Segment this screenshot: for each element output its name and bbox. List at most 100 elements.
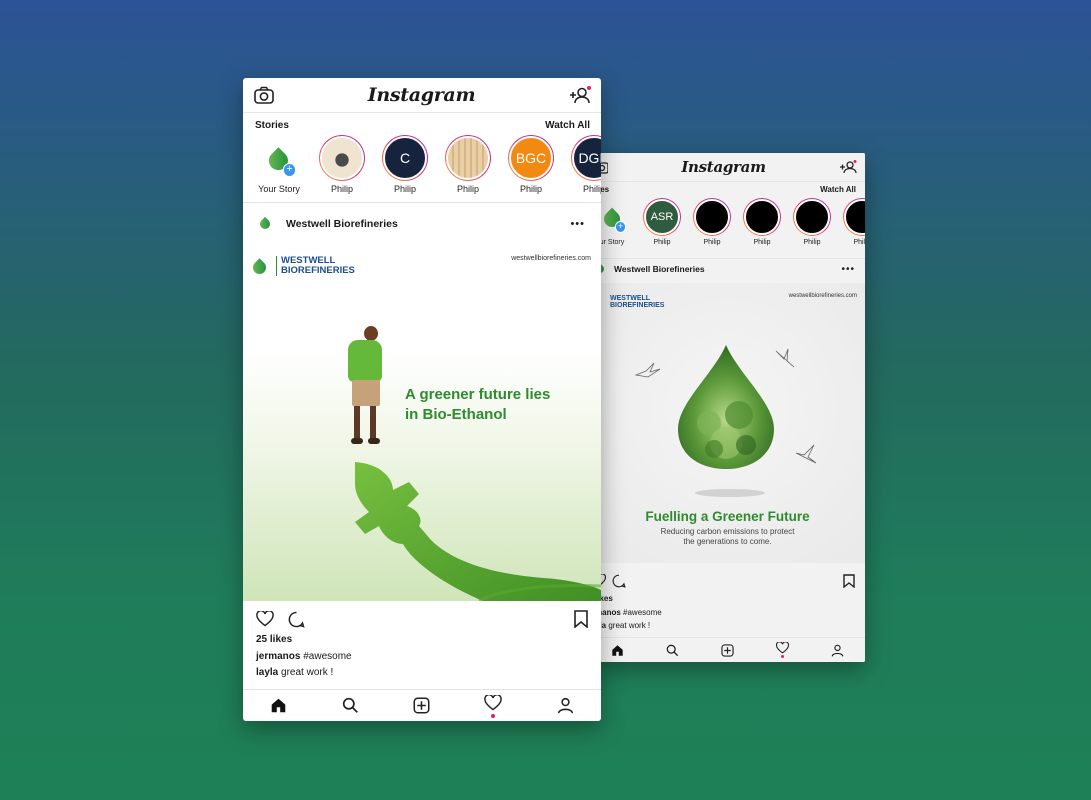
- story-avatar-image: [694, 199, 730, 235]
- profile-icon[interactable]: [557, 697, 574, 714]
- story-name: Philip: [330, 184, 353, 194]
- app-title: Instagram: [367, 84, 476, 106]
- add-user-icon[interactable]: [839, 160, 857, 174]
- story-avatar[interactable]: DGH: [571, 135, 601, 181]
- story-item[interactable]: BGC Philip: [505, 135, 557, 194]
- comment-row: jermanos #awesome: [256, 649, 352, 665]
- more-options-icon[interactable]: •••: [841, 264, 855, 275]
- person-shorts: [352, 380, 380, 406]
- person-leg: [354, 406, 360, 440]
- story-item[interactable]: DGH Philip: [568, 135, 601, 194]
- add-user-icon[interactable]: [569, 86, 591, 104]
- add-story-icon[interactable]: +: [614, 221, 627, 233]
- watch-all-link[interactable]: Watch All: [820, 185, 856, 194]
- story-item[interactable]: Philip: [442, 135, 494, 194]
- story-avatar-image: [446, 136, 490, 180]
- back-phone-mockup: Instagram ories Watch All + ur Story ASR Ph…: [590, 153, 865, 662]
- story-avatar[interactable]: ASR: [643, 198, 681, 236]
- stories-row: + Your Story Philip C Philip Philip BGC Philip D…: [253, 135, 601, 194]
- comment-username[interactable]: layla: [256, 667, 278, 678]
- top-bar: Instagram: [590, 153, 865, 182]
- post-headline: A greener future lies in Bio-Ethanol: [405, 385, 550, 425]
- story-item[interactable]: Philip: [740, 198, 784, 246]
- comment-icon[interactable]: [612, 574, 626, 588]
- comment-username[interactable]: jermanos: [256, 651, 300, 662]
- story-avatar[interactable]: [319, 135, 365, 181]
- profile-icon[interactable]: [831, 644, 844, 657]
- person-jacket: [348, 340, 382, 382]
- post-image[interactable]: WESTWELL BIOREFINERIES westwellbiorefine…: [590, 283, 865, 563]
- add-story-icon[interactable]: +: [282, 163, 297, 178]
- story-name: Your Story: [258, 184, 300, 194]
- search-icon[interactable]: [666, 644, 679, 657]
- story-item[interactable]: ASR Philip: [640, 198, 684, 246]
- comment-row: manos #awesome: [595, 606, 662, 619]
- headline-line-1: A greener future lies: [405, 386, 551, 403]
- activity-tab[interactable]: [775, 641, 790, 659]
- account-name[interactable]: Westwell Biorefineries: [286, 218, 570, 230]
- story-avatar-image: DGH: [572, 136, 601, 180]
- story-item[interactable]: Philip: [316, 135, 368, 194]
- bottom-nav: [243, 689, 601, 721]
- story-avatar-image: [794, 199, 830, 235]
- bird-icon: [775, 348, 795, 368]
- your-story-avatar[interactable]: +: [256, 135, 302, 181]
- brand-line-2: BIOREFINERIES: [610, 302, 665, 310]
- headline-line-2: in Bio-Ethanol: [405, 406, 507, 423]
- account-name[interactable]: Westwell Biorefineries: [614, 264, 841, 274]
- new-post-icon[interactable]: [721, 643, 734, 657]
- story-item[interactable]: Philip: [690, 198, 734, 246]
- story-avatar[interactable]: BGC: [508, 135, 554, 181]
- story-item[interactable]: Philip: [790, 198, 834, 246]
- story-avatar-image: BGC: [509, 136, 553, 180]
- subtext-line-1: Reducing carbon emissions to protect: [660, 527, 795, 536]
- search-icon[interactable]: [342, 697, 359, 714]
- story-item[interactable]: Philip: [840, 198, 865, 246]
- story-avatar[interactable]: [693, 198, 731, 236]
- story-avatar-image: ASR: [644, 199, 680, 235]
- droplet-shadow: [695, 489, 765, 497]
- brand-line-1: WESTWELL: [610, 295, 651, 302]
- website-text: westwellbiorefineries.com: [788, 293, 857, 299]
- likes-count: 25 likes: [256, 634, 293, 645]
- more-options-icon[interactable]: •••: [570, 218, 585, 230]
- post-header: Westwell Biorefineries •••: [590, 258, 865, 279]
- comment-text: great work !: [281, 667, 334, 678]
- camera-icon[interactable]: [254, 86, 274, 104]
- bookmark-icon[interactable]: [574, 610, 588, 628]
- story-item[interactable]: + Your Story: [253, 135, 305, 194]
- story-avatar[interactable]: [793, 198, 831, 236]
- activity-heart-icon[interactable]: [775, 641, 790, 654]
- story-avatar-image: [844, 199, 865, 235]
- bookmark-icon[interactable]: [843, 574, 855, 588]
- stories-row: + ur Story ASR Philip Philip Philip Philip Phil…: [590, 198, 865, 246]
- notification-dot: [781, 655, 784, 658]
- activity-heart-icon[interactable]: [484, 694, 503, 711]
- home-icon[interactable]: [270, 697, 287, 714]
- story-name: Philip: [456, 184, 479, 194]
- home-icon[interactable]: [611, 644, 624, 657]
- comment-row: yla great work !: [595, 619, 662, 632]
- comment-text: great work !: [608, 621, 651, 630]
- comment-row: layla great work !: [256, 665, 352, 681]
- heart-icon[interactable]: [256, 610, 274, 627]
- new-post-icon[interactable]: [413, 697, 430, 714]
- bottom-nav: [590, 637, 865, 662]
- comment-icon[interactable]: [288, 611, 305, 628]
- comments-list: manos #awesomeyla great work !: [595, 606, 662, 632]
- comment-text: #awesome: [303, 651, 352, 662]
- story-avatar[interactable]: [445, 135, 491, 181]
- account-avatar[interactable]: [257, 216, 273, 232]
- story-avatar-image: C: [383, 136, 427, 180]
- story-avatar[interactable]: C: [382, 135, 428, 181]
- story-name: Philip: [653, 239, 671, 246]
- watch-all-link[interactable]: Watch All: [545, 120, 590, 131]
- story-item[interactable]: C Philip: [379, 135, 431, 194]
- activity-tab[interactable]: [484, 694, 503, 718]
- person-shoe: [351, 438, 363, 444]
- story-avatar[interactable]: [843, 198, 865, 236]
- top-bar: Instagram: [243, 78, 601, 113]
- story-avatar[interactable]: [743, 198, 781, 236]
- post-image[interactable]: WESTWELL BIOREFINERIES westwellbiorefine…: [243, 244, 601, 601]
- post-header: Westwell Biorefineries •••: [243, 202, 601, 245]
